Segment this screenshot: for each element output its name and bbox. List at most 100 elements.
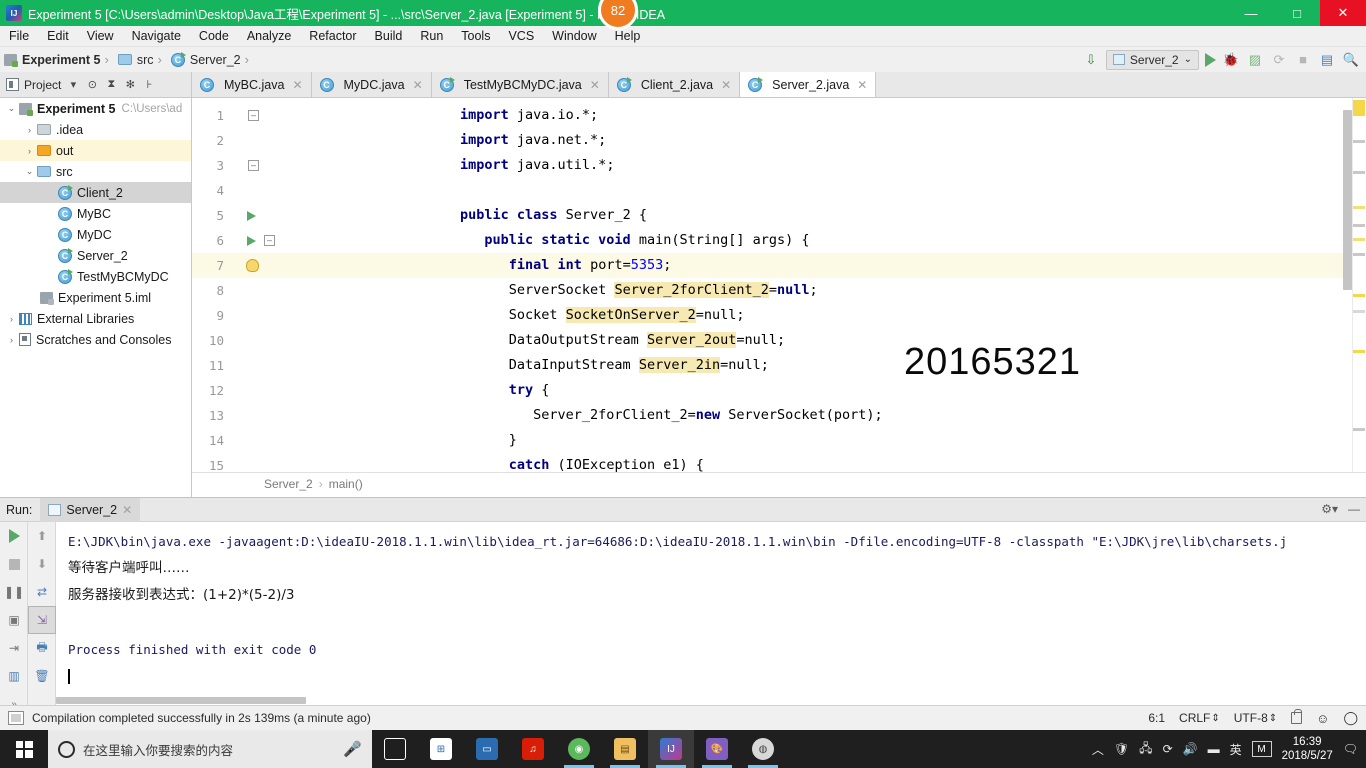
console-output[interactable]: E:\JDK\bin\java.exe -javaagent:D:\ideaIU… bbox=[56, 522, 1366, 706]
taskbar-item-microsoft-store[interactable]: ⊞ bbox=[418, 730, 464, 768]
tree-row-out[interactable]: › out bbox=[0, 140, 191, 161]
tree-row-external-libraries[interactable]: › External Libraries bbox=[0, 308, 191, 329]
fold-minus-icon[interactable]: – bbox=[248, 160, 259, 171]
menu-item-build[interactable]: Build bbox=[366, 26, 412, 47]
taskbar-item-file-explorer[interactable]: ▤ bbox=[602, 730, 648, 768]
editor-tab-server-2[interactable]: Server_2.java ✕ bbox=[740, 72, 877, 97]
project-tree[interactable]: ⌄ Experiment 5 C:\Users\ad › .idea › out… bbox=[0, 98, 192, 498]
fold-minus-icon[interactable]: – bbox=[264, 235, 275, 246]
taskbar-item-remote-desktop[interactable]: ▭ bbox=[464, 730, 510, 768]
minimize-icon[interactable]: — bbox=[1348, 502, 1360, 516]
project-structure-icon[interactable]: ▤ bbox=[1318, 51, 1336, 69]
close-icon[interactable]: ✕ bbox=[721, 78, 731, 92]
marker-stripe[interactable] bbox=[1353, 100, 1365, 116]
lock-icon[interactable] bbox=[1291, 709, 1303, 724]
fold-minus-icon[interactable]: – bbox=[248, 110, 259, 121]
editor-tab-client-2[interactable]: Client_2.java ✕ bbox=[608, 72, 741, 97]
chevron-down-icon[interactable]: ▾ bbox=[66, 78, 80, 92]
chevron-down-icon[interactable]: ⌄ bbox=[4, 103, 19, 114]
coverage-icon[interactable]: ▨ bbox=[1246, 51, 1264, 69]
breadcrumb-item-src[interactable]: src › bbox=[114, 47, 167, 72]
menu-item-tools[interactable]: Tools bbox=[452, 26, 499, 47]
code-line[interactable]: 15 catch (IOException e1) { bbox=[192, 453, 1366, 472]
hide-icon[interactable]: ⊦ bbox=[142, 78, 156, 92]
taskbar-clock[interactable]: 16:39 2018/5/27 bbox=[1282, 735, 1333, 764]
code-line[interactable]: 6 – public static void main(String[] arg… bbox=[192, 228, 1366, 253]
menu-item-analyze[interactable]: Analyze bbox=[238, 26, 300, 47]
editor-vertical-scrollbar[interactable] bbox=[1343, 110, 1352, 290]
menu-item-view[interactable]: View bbox=[78, 26, 123, 47]
debug-icon[interactable]: 🐞 bbox=[1222, 51, 1240, 69]
tree-row-src[interactable]: ⌄ src bbox=[0, 161, 191, 182]
chevron-right-icon[interactable]: › bbox=[22, 125, 37, 135]
close-icon[interactable]: ✕ bbox=[413, 78, 423, 92]
ime-language-indicator[interactable]: 英 bbox=[1230, 741, 1242, 758]
code-line[interactable]: 3 – import java.util.*; bbox=[192, 153, 1366, 178]
chevron-down-icon[interactable]: ⌄ bbox=[22, 166, 37, 177]
menu-item-refactor[interactable]: Refactor bbox=[300, 26, 365, 47]
network-icon[interactable]: 🖧 bbox=[1139, 739, 1152, 760]
tree-row-iml[interactable]: Experiment 5.iml bbox=[0, 287, 191, 308]
chevron-right-icon[interactable]: › bbox=[4, 335, 19, 345]
code-line[interactable]: 5 public class Server_2 { bbox=[192, 203, 1366, 228]
tree-row-experiment-5[interactable]: ⌄ Experiment 5 C:\Users\ad bbox=[0, 98, 191, 119]
code-line[interactable]: 9 Socket SocketOnServer_2=null; bbox=[192, 303, 1366, 328]
tray-overflow-icon[interactable]: ︿ bbox=[1092, 741, 1104, 758]
trash-icon[interactable]: 🗑 bbox=[28, 662, 56, 690]
code-line[interactable]: 8 ServerSocket Server_2forClient_2=null; bbox=[192, 278, 1366, 303]
tree-row-scratches[interactable]: › Scratches and Consoles bbox=[0, 329, 191, 350]
close-icon[interactable]: ✕ bbox=[857, 78, 867, 92]
code-line[interactable]: 11 DataInputStream Server_2in=null; bbox=[192, 353, 1366, 378]
encoding-selector[interactable]: UTF-8 ⇕ bbox=[1234, 711, 1277, 725]
start-button[interactable] bbox=[0, 730, 48, 768]
scroll-to-end-icon[interactable]: ⇲ bbox=[28, 606, 56, 634]
tree-row-mydc[interactable]: MyDC bbox=[0, 224, 191, 245]
marker-stripe[interactable] bbox=[1353, 350, 1365, 353]
project-tool-window-header[interactable]: Project ▾ ⊙ ⧗ ✻ ⊦ bbox=[0, 72, 192, 97]
locate-icon[interactable]: ⊙ bbox=[85, 78, 99, 92]
breadcrumb-item-class[interactable]: Server_2 › bbox=[167, 47, 254, 72]
breadcrumb-method[interactable]: main() bbox=[329, 477, 363, 491]
close-icon[interactable]: ✕ bbox=[292, 78, 302, 92]
close-icon[interactable]: ✕ bbox=[590, 78, 600, 92]
tree-row-testmybcmydc[interactable]: TestMyBCMyDC bbox=[0, 266, 191, 287]
code-line[interactable]: 14 } bbox=[192, 428, 1366, 453]
intention-bulb-icon[interactable] bbox=[246, 259, 259, 272]
tree-row-server-2[interactable]: Server_2 bbox=[0, 245, 191, 266]
code-lines[interactable]: 1 – import java.io.*; 2 import java.net.… bbox=[192, 98, 1366, 472]
taskbar-item-app-extra[interactable]: ◍ bbox=[740, 730, 786, 768]
code-line[interactable]: 12 try { bbox=[192, 378, 1366, 403]
tree-row-mybc[interactable]: MyBC bbox=[0, 203, 191, 224]
code-line[interactable]: 1 – import java.io.*; bbox=[192, 103, 1366, 128]
run-configuration-selector[interactable]: Server_2 ⌄ bbox=[1105, 49, 1199, 70]
editor-marker-gutter[interactable] bbox=[1352, 98, 1366, 472]
editor-breadcrumb[interactable]: Server_2 › main() bbox=[192, 472, 1366, 494]
editor-tab-mydc[interactable]: MyDC.java ✕ bbox=[311, 72, 432, 97]
taskbar-item-browser[interactable]: ◉ bbox=[556, 730, 602, 768]
close-icon[interactable]: ✕ bbox=[122, 503, 132, 517]
caret-position[interactable]: 6:1 bbox=[1148, 711, 1165, 725]
gear-icon[interactable]: ✻ bbox=[123, 78, 137, 92]
console-horizontal-scrollbar[interactable] bbox=[56, 697, 306, 704]
shield-icon[interactable]: 🛡 bbox=[1114, 742, 1129, 756]
inspection-face-icon[interactable]: ☺ bbox=[1316, 711, 1329, 726]
action-center-icon[interactable]: 🗨 bbox=[1343, 742, 1358, 756]
marker-stripe[interactable] bbox=[1353, 206, 1365, 209]
run-tab-server-2[interactable]: Server_2 ✕ bbox=[40, 497, 141, 522]
scroll-up-icon[interactable]: ⬆ bbox=[28, 522, 56, 550]
code-editor[interactable]: 1 – import java.io.*; 2 import java.net.… bbox=[192, 98, 1366, 472]
line-separator-selector[interactable]: CRLF ⇕ bbox=[1179, 711, 1220, 725]
event-log-icon[interactable]: ◯ bbox=[1343, 710, 1358, 726]
collapse-all-icon[interactable]: ⧗ bbox=[104, 78, 118, 92]
build-status-icon[interactable] bbox=[8, 711, 24, 725]
taskbar-item-task-view[interactable] bbox=[372, 730, 418, 768]
editor-tab-testmybcmydc[interactable]: TestMyBCMyDC.java ✕ bbox=[431, 72, 609, 97]
print-icon[interactable]: 🖶 bbox=[28, 634, 56, 662]
volume-icon[interactable]: 🔊 bbox=[1183, 742, 1198, 756]
code-line[interactable]: 13 Server_2forClient_2=new ServerSocket(… bbox=[192, 403, 1366, 428]
sync-icon[interactable]: ⟳ bbox=[1163, 742, 1173, 756]
marker-stripe[interactable] bbox=[1353, 310, 1365, 313]
editor-tab-mybc[interactable]: MyBC.java ✕ bbox=[192, 72, 312, 97]
run-gutter-icon[interactable] bbox=[247, 236, 256, 246]
code-line[interactable]: 7 final int port=5353; bbox=[192, 253, 1366, 278]
